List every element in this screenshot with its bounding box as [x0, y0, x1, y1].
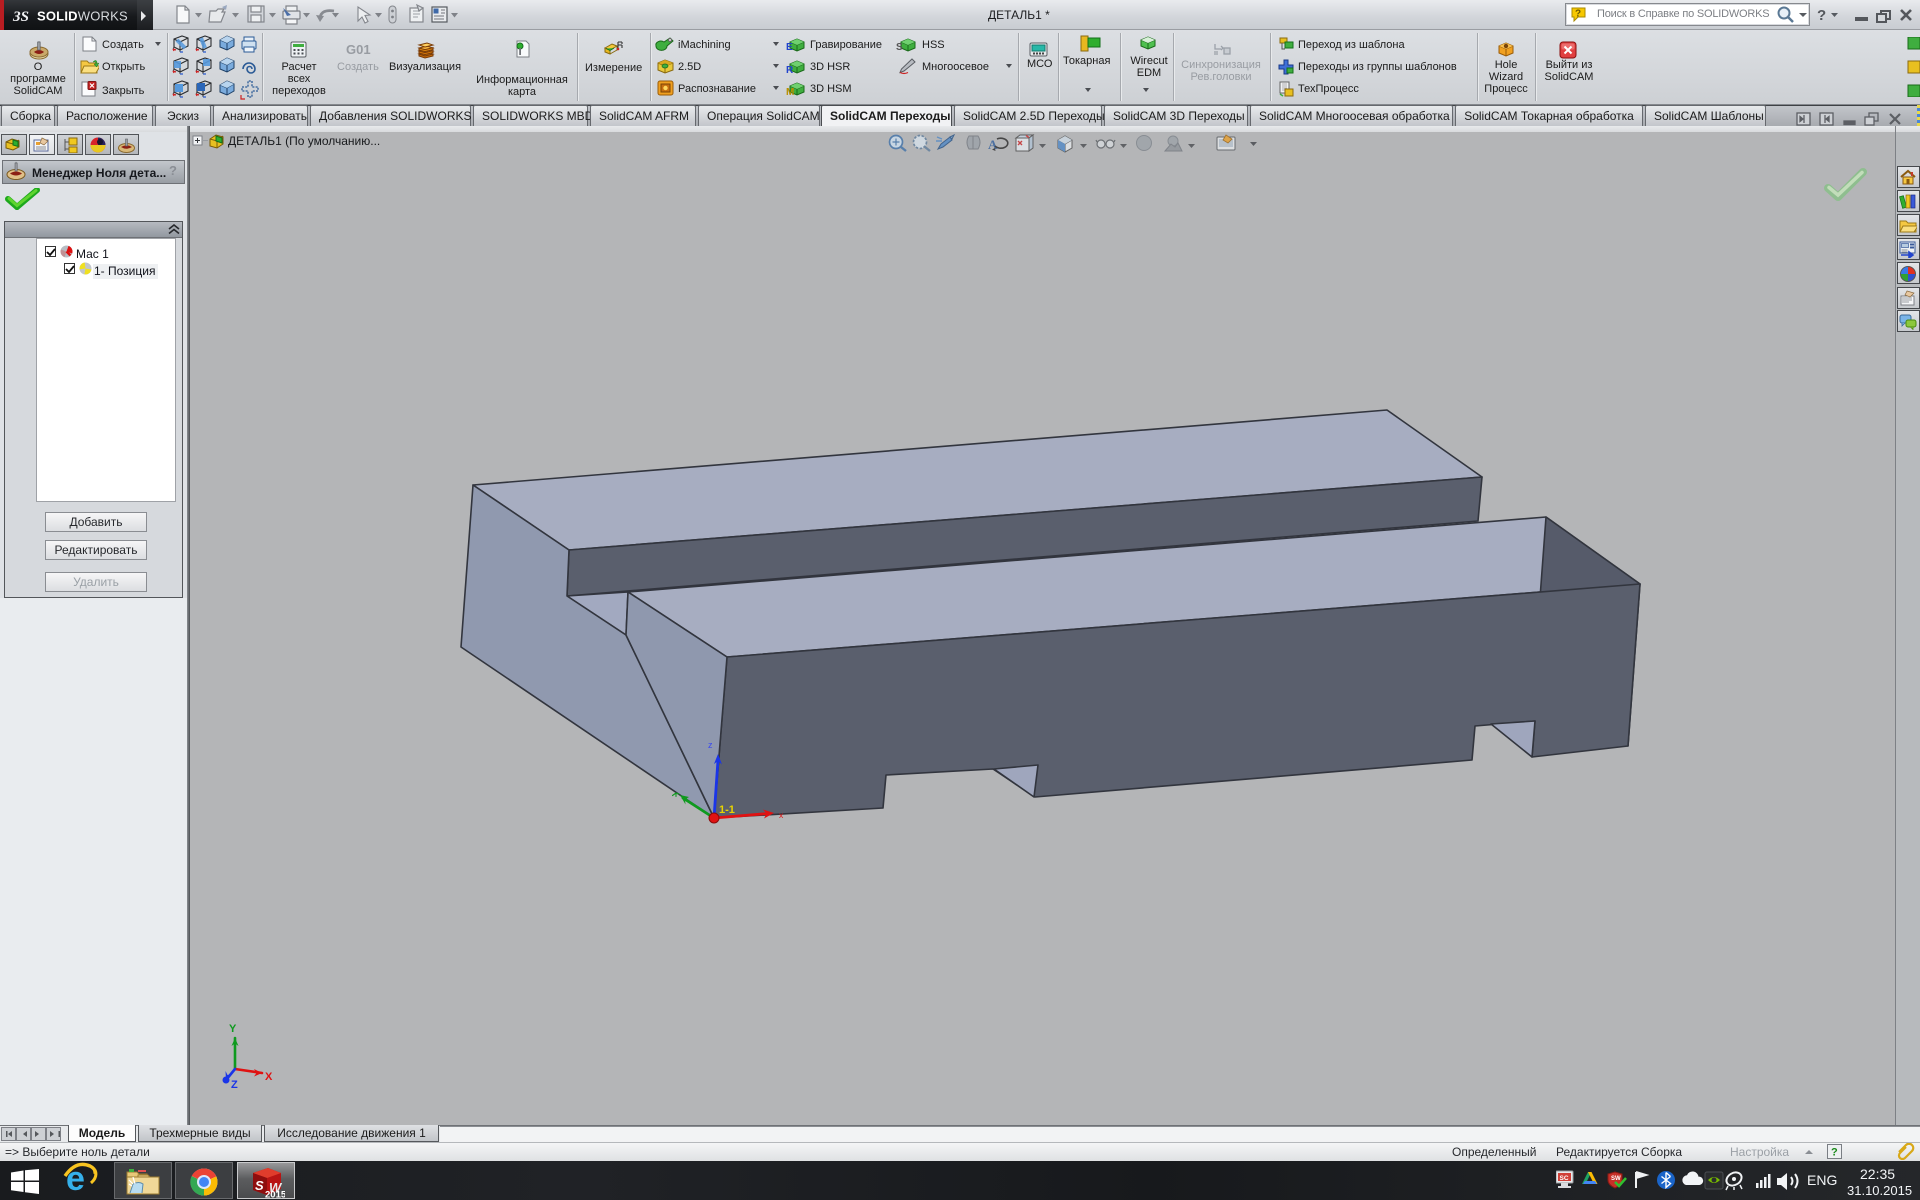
svg-text:SOLIDWORKS: SOLIDWORKS	[37, 9, 128, 24]
svg-text:?: ?	[1575, 9, 1581, 20]
svg-text:?: ?	[1831, 1147, 1838, 1159]
svg-text:M: M	[786, 87, 794, 96]
svg-text:1-1: 1-1	[719, 804, 735, 816]
svg-text:Z: Z	[231, 1079, 238, 1091]
svg-text:S: S	[896, 42, 903, 52]
svg-text:Y: Y	[229, 1023, 237, 1035]
svg-text:S: S	[255, 1178, 264, 1193]
svg-text:z: z	[708, 740, 713, 750]
svg-text:ЗS: ЗS	[12, 9, 29, 25]
svg-text:2015: 2015	[265, 1190, 285, 1199]
svg-text:E: E	[786, 42, 793, 52]
svg-text:R: R	[786, 65, 794, 74]
svg-text:?: ?	[1817, 7, 1826, 24]
svg-text:x: x	[779, 810, 784, 820]
svg-text:SC: SC	[1560, 1175, 1569, 1182]
svg-text:SW: SW	[1611, 1176, 1621, 1182]
svg-text:X: X	[265, 1071, 273, 1083]
